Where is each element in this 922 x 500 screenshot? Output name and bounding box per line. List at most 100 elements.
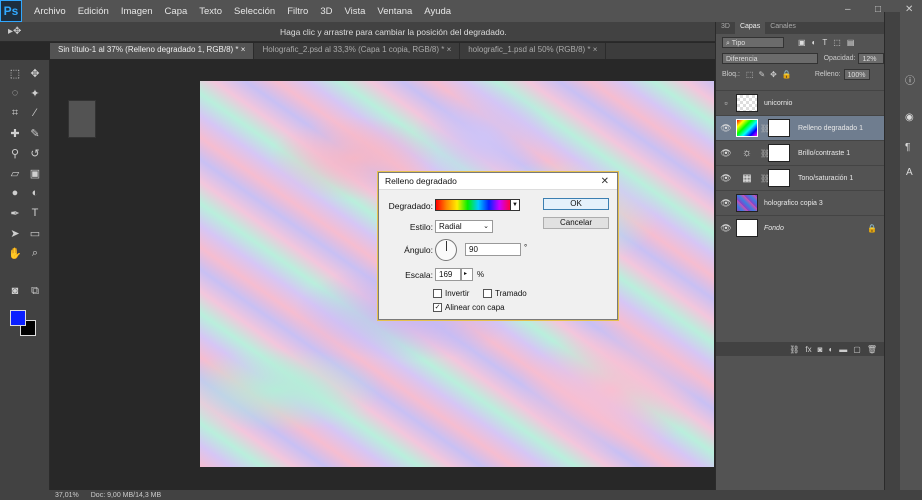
eye-icon[interactable]: 👁 xyxy=(716,223,736,234)
angle-input[interactable]: 90 xyxy=(465,243,521,256)
foreground-color-swatch[interactable] xyxy=(10,310,26,326)
close-icon[interactable]: ✕ xyxy=(601,176,609,187)
pen-tool-icon[interactable]: ✒ xyxy=(6,204,24,222)
tab-label: Sin título-1 al 37% (Relleno degradado 1… xyxy=(58,45,239,54)
invert-checkbox[interactable]: Invertir xyxy=(433,289,469,298)
tab-3d[interactable]: 3D xyxy=(716,22,735,34)
screen-mode-icon[interactable]: ⧉ xyxy=(26,282,44,300)
opacity-input[interactable]: 12% xyxy=(858,52,884,64)
eye-icon[interactable]: 👁 xyxy=(716,173,736,184)
new-layer-icon[interactable]: ▢ xyxy=(853,345,861,354)
eye-icon[interactable]: 👁 xyxy=(716,198,736,209)
style-select[interactable]: Radial ⌄ xyxy=(435,220,493,233)
adjustment-icon[interactable]: ◐ xyxy=(828,345,833,354)
info-icon[interactable]: ⓘ xyxy=(905,72,915,87)
lasso-tool-icon[interactable]: ◌ xyxy=(6,84,24,102)
menu-filtro[interactable]: Filtro xyxy=(281,6,314,17)
menu-imagen[interactable]: Imagen xyxy=(115,6,159,17)
filter-select[interactable]: ⌕ Tipo xyxy=(722,36,784,48)
eye-icon[interactable]: 👁 xyxy=(716,148,736,159)
menu-texto[interactable]: Texto xyxy=(193,6,228,17)
tab-canales[interactable]: Canales xyxy=(765,22,801,34)
menu-seleccion[interactable]: Selección xyxy=(228,6,281,17)
tab-holografic-1[interactable]: holografic_1.psd al 50% (RGB/8) * × xyxy=(460,43,607,59)
paragraph-icon[interactable]: ¶ xyxy=(905,142,910,153)
zoom-tool-icon[interactable]: ⌕ xyxy=(26,244,44,262)
layer-holografico-copia[interactable]: 👁 holografico copia 3 xyxy=(716,190,885,215)
blur-tool-icon[interactable]: ● xyxy=(6,184,24,202)
menu-edicion[interactable]: Edición xyxy=(72,6,115,17)
invert-box[interactable] xyxy=(433,289,442,298)
menu-capa[interactable]: Capa xyxy=(159,6,194,17)
menu-vista[interactable]: Vista xyxy=(338,6,371,17)
move-tool-icon[interactable]: ▸✥ xyxy=(0,26,30,37)
eraser-tool-icon[interactable]: ▱ xyxy=(6,164,24,182)
gradient-preview[interactable] xyxy=(435,199,511,211)
layer-name: Brillo/contraste 1 xyxy=(798,149,851,157)
zoom-level[interactable]: 37,01% xyxy=(55,492,79,499)
layer-fondo[interactable]: 👁 Fondo 🔒 xyxy=(716,215,885,240)
clone-stamp-icon[interactable]: ⚲ xyxy=(6,144,24,162)
tab-holografic-2[interactable]: Holografic_2.psd al 33,3% (Capa 1 copia,… xyxy=(254,43,461,59)
character-icon[interactable]: A xyxy=(906,167,913,178)
scale-input[interactable]: 169 xyxy=(435,268,461,281)
ok-button[interactable]: OK xyxy=(543,198,609,210)
chevron-down-icon: ⌄ xyxy=(483,223,489,230)
tab-close-icon[interactable]: × xyxy=(593,45,598,54)
menu-ventana[interactable]: Ventana xyxy=(371,6,418,17)
menu-3d[interactable]: 3D xyxy=(314,6,338,17)
new-group-icon[interactable]: ▬ xyxy=(839,345,847,354)
gradient-tool-icon[interactable]: ▣ xyxy=(26,164,44,182)
tab-close-icon[interactable]: × xyxy=(241,45,246,54)
shape-tool-icon[interactable]: ▭ xyxy=(26,224,44,242)
type-tool-icon[interactable]: T xyxy=(26,204,44,222)
lock-icons[interactable]: ⬚✎✥🔒 xyxy=(746,70,797,79)
angle-dial[interactable] xyxy=(435,239,457,261)
minimize-button[interactable]: – xyxy=(845,4,851,15)
visibility-off-icon[interactable]: ▫ xyxy=(716,98,736,108)
tab-capas[interactable]: Capas xyxy=(734,22,766,34)
chevron-down-icon[interactable]: ▼ xyxy=(510,199,520,211)
menu-ayuda[interactable]: Ayuda xyxy=(418,6,457,17)
scale-label: Escala: xyxy=(405,270,433,280)
tab-sin-titulo[interactable]: Sin título-1 al 37% (Relleno degradado 1… xyxy=(50,43,255,59)
blend-mode-select[interactable]: Diferencia xyxy=(722,52,818,64)
quick-mask-icon[interactable]: ◙ xyxy=(6,282,24,300)
trash-icon[interactable]: 🗑 xyxy=(867,345,877,354)
brush-tool-icon[interactable]: ✎ xyxy=(26,124,44,142)
marquee-tool-icon[interactable]: ⬚ xyxy=(6,64,24,82)
path-selection-icon[interactable]: ➤ xyxy=(6,224,24,242)
move-tool-icon[interactable]: ✥ xyxy=(26,64,44,82)
menu-archivo[interactable]: Archivo xyxy=(28,6,72,17)
align-box[interactable]: ✓ xyxy=(433,303,442,312)
layer-brillo-contraste[interactable]: 👁 ☼ ⛓ Brillo/contraste 1 xyxy=(716,140,885,165)
crop-tool-icon[interactable]: ⌗ xyxy=(6,104,24,122)
layer-tono-saturacion[interactable]: 👁 ▦ ⛓ Tono/saturación 1 xyxy=(716,165,885,190)
document-tabs: Sin título-1 al 37% (Relleno degradado 1… xyxy=(50,43,715,59)
healing-brush-icon[interactable]: ✚ xyxy=(6,124,24,142)
lock-row: Bloq.: ⬚✎✥🔒 Relleno: 100% xyxy=(716,66,884,82)
dodge-tool-icon[interactable]: ◐ xyxy=(26,184,44,202)
cancel-button[interactable]: Cancelar xyxy=(543,217,609,229)
eyedropper-icon[interactable]: ⁄ xyxy=(26,104,44,122)
scale-stepper[interactable]: ▸ xyxy=(461,268,473,281)
maximize-button[interactable]: □ xyxy=(875,4,881,15)
link-layers-icon[interactable]: ⛓ xyxy=(789,345,799,354)
eye-icon[interactable]: 👁 xyxy=(716,123,736,134)
filter-icons[interactable]: ▣◐T⬚▤ xyxy=(798,38,860,47)
hand-tool-icon[interactable]: ✋ xyxy=(6,244,24,262)
fx-icon[interactable]: fx xyxy=(805,345,811,354)
dither-box[interactable] xyxy=(483,289,492,298)
layer-relleno-degradado[interactable]: 👁 ⛓ Relleno degradado 1 xyxy=(716,115,885,140)
layer-unicornio[interactable]: ▫ unicornio xyxy=(716,90,885,115)
align-with-layer-checkbox[interactable]: ✓ Alinear con capa xyxy=(433,303,505,312)
fill-input[interactable]: 100% xyxy=(843,68,870,80)
add-mask-icon[interactable]: ◙ xyxy=(818,345,823,354)
magic-wand-icon[interactable]: ✦ xyxy=(26,84,44,102)
tab-close-icon[interactable]: × xyxy=(447,45,452,54)
dither-checkbox[interactable]: Tramado xyxy=(483,289,527,298)
color-icon[interactable]: ◉ xyxy=(905,112,914,123)
link-icon: ⛓ xyxy=(760,123,771,133)
collapsed-panel-icon[interactable] xyxy=(68,100,96,138)
history-brush-icon[interactable]: ↺ xyxy=(26,144,44,162)
